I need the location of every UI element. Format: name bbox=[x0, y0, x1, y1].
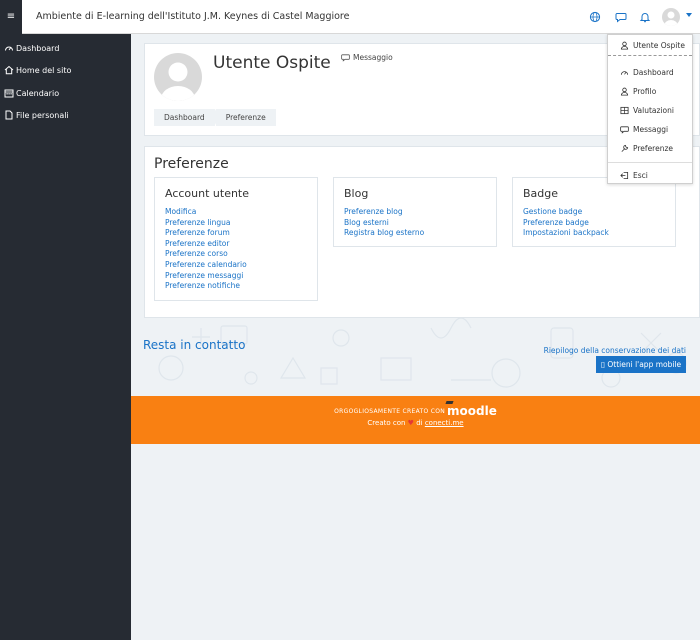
breadcrumb: Dashboard Preferenze bbox=[154, 109, 276, 126]
link-backpack-settings[interactable]: Impostazioni backpack bbox=[523, 228, 609, 237]
menu-item-messages[interactable]: Messaggi bbox=[620, 123, 668, 135]
top-navbar: ≡ Ambiente di E-learning dell'Istituto J… bbox=[0, 0, 700, 34]
moodle-logo-text: moodle bbox=[447, 404, 497, 418]
link-course-prefs[interactable]: Preferenze corso bbox=[165, 249, 228, 258]
menu-item-label: Preferenze bbox=[633, 143, 674, 153]
profile-avatar[interactable] bbox=[154, 53, 202, 101]
message-button[interactable]: Messaggio bbox=[341, 53, 393, 62]
sidebar: Dashboard Home del sito Calendario File … bbox=[0, 34, 131, 640]
sidebar-item-label: Dashboard bbox=[16, 43, 60, 53]
message-label: Messaggio bbox=[353, 53, 393, 62]
user-menu-dropdown: Utente Ospite Dashboard Profilo Valutazi… bbox=[607, 34, 693, 184]
sidebar-item-files[interactable]: File personali bbox=[4, 109, 69, 121]
moodle-logo[interactable]: moodle bbox=[445, 401, 497, 418]
data-retention-link[interactable]: Riepilogo della conservazione dei dati bbox=[544, 346, 686, 355]
user-menu-name: Utente Ospite bbox=[633, 40, 685, 50]
heart-icon: ♥ bbox=[407, 419, 414, 427]
section-title: Blog bbox=[344, 187, 369, 200]
footer-made-with-text: ORGOGLIOSAMENTE CREATO CON bbox=[334, 407, 446, 415]
menu-item-grades[interactable]: Valutazioni bbox=[620, 104, 674, 116]
menu-divider bbox=[608, 55, 692, 56]
stay-in-touch-section: Resta in contatto Riepilogo della conser… bbox=[131, 318, 700, 396]
user-icon bbox=[620, 87, 629, 96]
mobile-phone-icon: ▯ bbox=[600, 360, 605, 369]
avatar-icon bbox=[161, 62, 195, 101]
breadcrumb-item-dashboard[interactable]: Dashboard bbox=[154, 109, 219, 126]
dashboard-icon bbox=[620, 70, 629, 75]
file-icon bbox=[5, 110, 13, 120]
link-badge-prefs[interactable]: Preferenze badge bbox=[523, 218, 589, 227]
sidebar-item-home[interactable]: Home del sito bbox=[4, 64, 71, 76]
menu-divider bbox=[608, 162, 692, 163]
link-manage-badges[interactable]: Gestione badge bbox=[523, 207, 582, 216]
dashboard-icon bbox=[5, 46, 13, 51]
page-title: Utente Ospite bbox=[213, 53, 331, 73]
footer: ORGOGLIOSAMENTE CREATO CON moodle Creato… bbox=[131, 396, 700, 444]
contact-title: Resta in contatto bbox=[143, 338, 246, 352]
get-mobile-app-button[interactable]: ▯ Ottieni l'app mobile bbox=[596, 356, 686, 373]
bell-icon[interactable] bbox=[639, 11, 651, 23]
site-title[interactable]: Ambiente di E-learning dell'Istituto J.M… bbox=[36, 11, 349, 22]
user-menu-header[interactable]: Utente Ospite bbox=[620, 39, 685, 51]
sidebar-item-dashboard[interactable]: Dashboard bbox=[4, 42, 59, 54]
link-message-prefs[interactable]: Preferenze messaggi bbox=[165, 271, 243, 280]
menu-item-label: Profilo bbox=[633, 86, 657, 96]
menu-item-label: Esci bbox=[633, 170, 648, 180]
moodle-hat-icon bbox=[445, 401, 454, 404]
preferences-title: Preferenze bbox=[154, 156, 229, 172]
menu-item-logout[interactable]: Esci bbox=[620, 169, 648, 181]
section-title: Badge bbox=[523, 187, 559, 200]
footer-credits: Creato con ♥ di conecti.me bbox=[131, 419, 700, 427]
hamburger-icon: ≡ bbox=[6, 11, 16, 22]
table-icon bbox=[620, 106, 629, 114]
link-editor-prefs[interactable]: Preferenze editor bbox=[165, 239, 229, 248]
footer-created-prefix: Creato con bbox=[367, 419, 406, 427]
menu-item-preferences[interactable]: Preferenze bbox=[620, 142, 673, 154]
conectime-link[interactable]: conecti.me bbox=[425, 419, 464, 427]
user-avatar-button[interactable] bbox=[662, 8, 680, 26]
chevron-down-icon[interactable] bbox=[686, 13, 692, 17]
section-blog: Blog Preferenze blog Blog esterni Regist… bbox=[333, 177, 497, 247]
menu-item-label: Dashboard bbox=[633, 67, 674, 77]
link-edit-profile[interactable]: Modifica bbox=[165, 207, 196, 216]
globe-icon[interactable] bbox=[589, 11, 601, 23]
section-badge: Badge Gestione badge Preferenze badge Im… bbox=[512, 177, 676, 247]
calendar-icon bbox=[4, 89, 14, 98]
user-icon bbox=[620, 41, 629, 50]
sidebar-item-label: Calendario bbox=[16, 88, 60, 98]
menu-item-label: Messaggi bbox=[633, 124, 669, 134]
logout-icon bbox=[620, 171, 629, 179]
link-notification-prefs[interactable]: Preferenze notifiche bbox=[165, 281, 240, 290]
link-calendar-prefs[interactable]: Preferenze calendario bbox=[165, 260, 247, 269]
chat-icon bbox=[341, 54, 350, 62]
section-title: Account utente bbox=[165, 187, 250, 200]
sidebar-item-label: File personali bbox=[16, 110, 69, 120]
menu-item-label: Valutazioni bbox=[633, 105, 674, 115]
get-mobile-app-label: Ottieni l'app mobile bbox=[607, 360, 682, 369]
home-icon bbox=[4, 65, 14, 75]
link-blog-prefs[interactable]: Preferenze blog bbox=[344, 207, 403, 216]
avatar-icon bbox=[664, 11, 678, 26]
link-forum-prefs[interactable]: Preferenze forum bbox=[165, 228, 230, 237]
chat-icon bbox=[620, 125, 629, 134]
menu-toggle-button[interactable]: ≡ bbox=[0, 0, 22, 34]
section-account: Account utente Modifica Preferenze lingu… bbox=[154, 177, 318, 301]
menu-item-profile[interactable]: Profilo bbox=[620, 85, 656, 97]
chat-icon[interactable] bbox=[615, 11, 627, 23]
footer-created-mid: di bbox=[416, 419, 423, 427]
sidebar-item-calendar[interactable]: Calendario bbox=[4, 87, 59, 99]
menu-item-dashboard[interactable]: Dashboard bbox=[620, 66, 674, 78]
wrench-icon bbox=[621, 144, 629, 152]
footer-made-with: ORGOGLIOSAMENTE CREATO CON moodle bbox=[131, 401, 700, 418]
breadcrumb-item-preferences[interactable]: Preferenze bbox=[216, 109, 276, 126]
link-external-blogs[interactable]: Blog esterni bbox=[344, 218, 389, 227]
sidebar-item-label: Home del sito bbox=[16, 65, 72, 75]
link-register-external-blog[interactable]: Registra blog esterno bbox=[344, 228, 424, 237]
link-language-prefs[interactable]: Preferenze lingua bbox=[165, 218, 230, 227]
